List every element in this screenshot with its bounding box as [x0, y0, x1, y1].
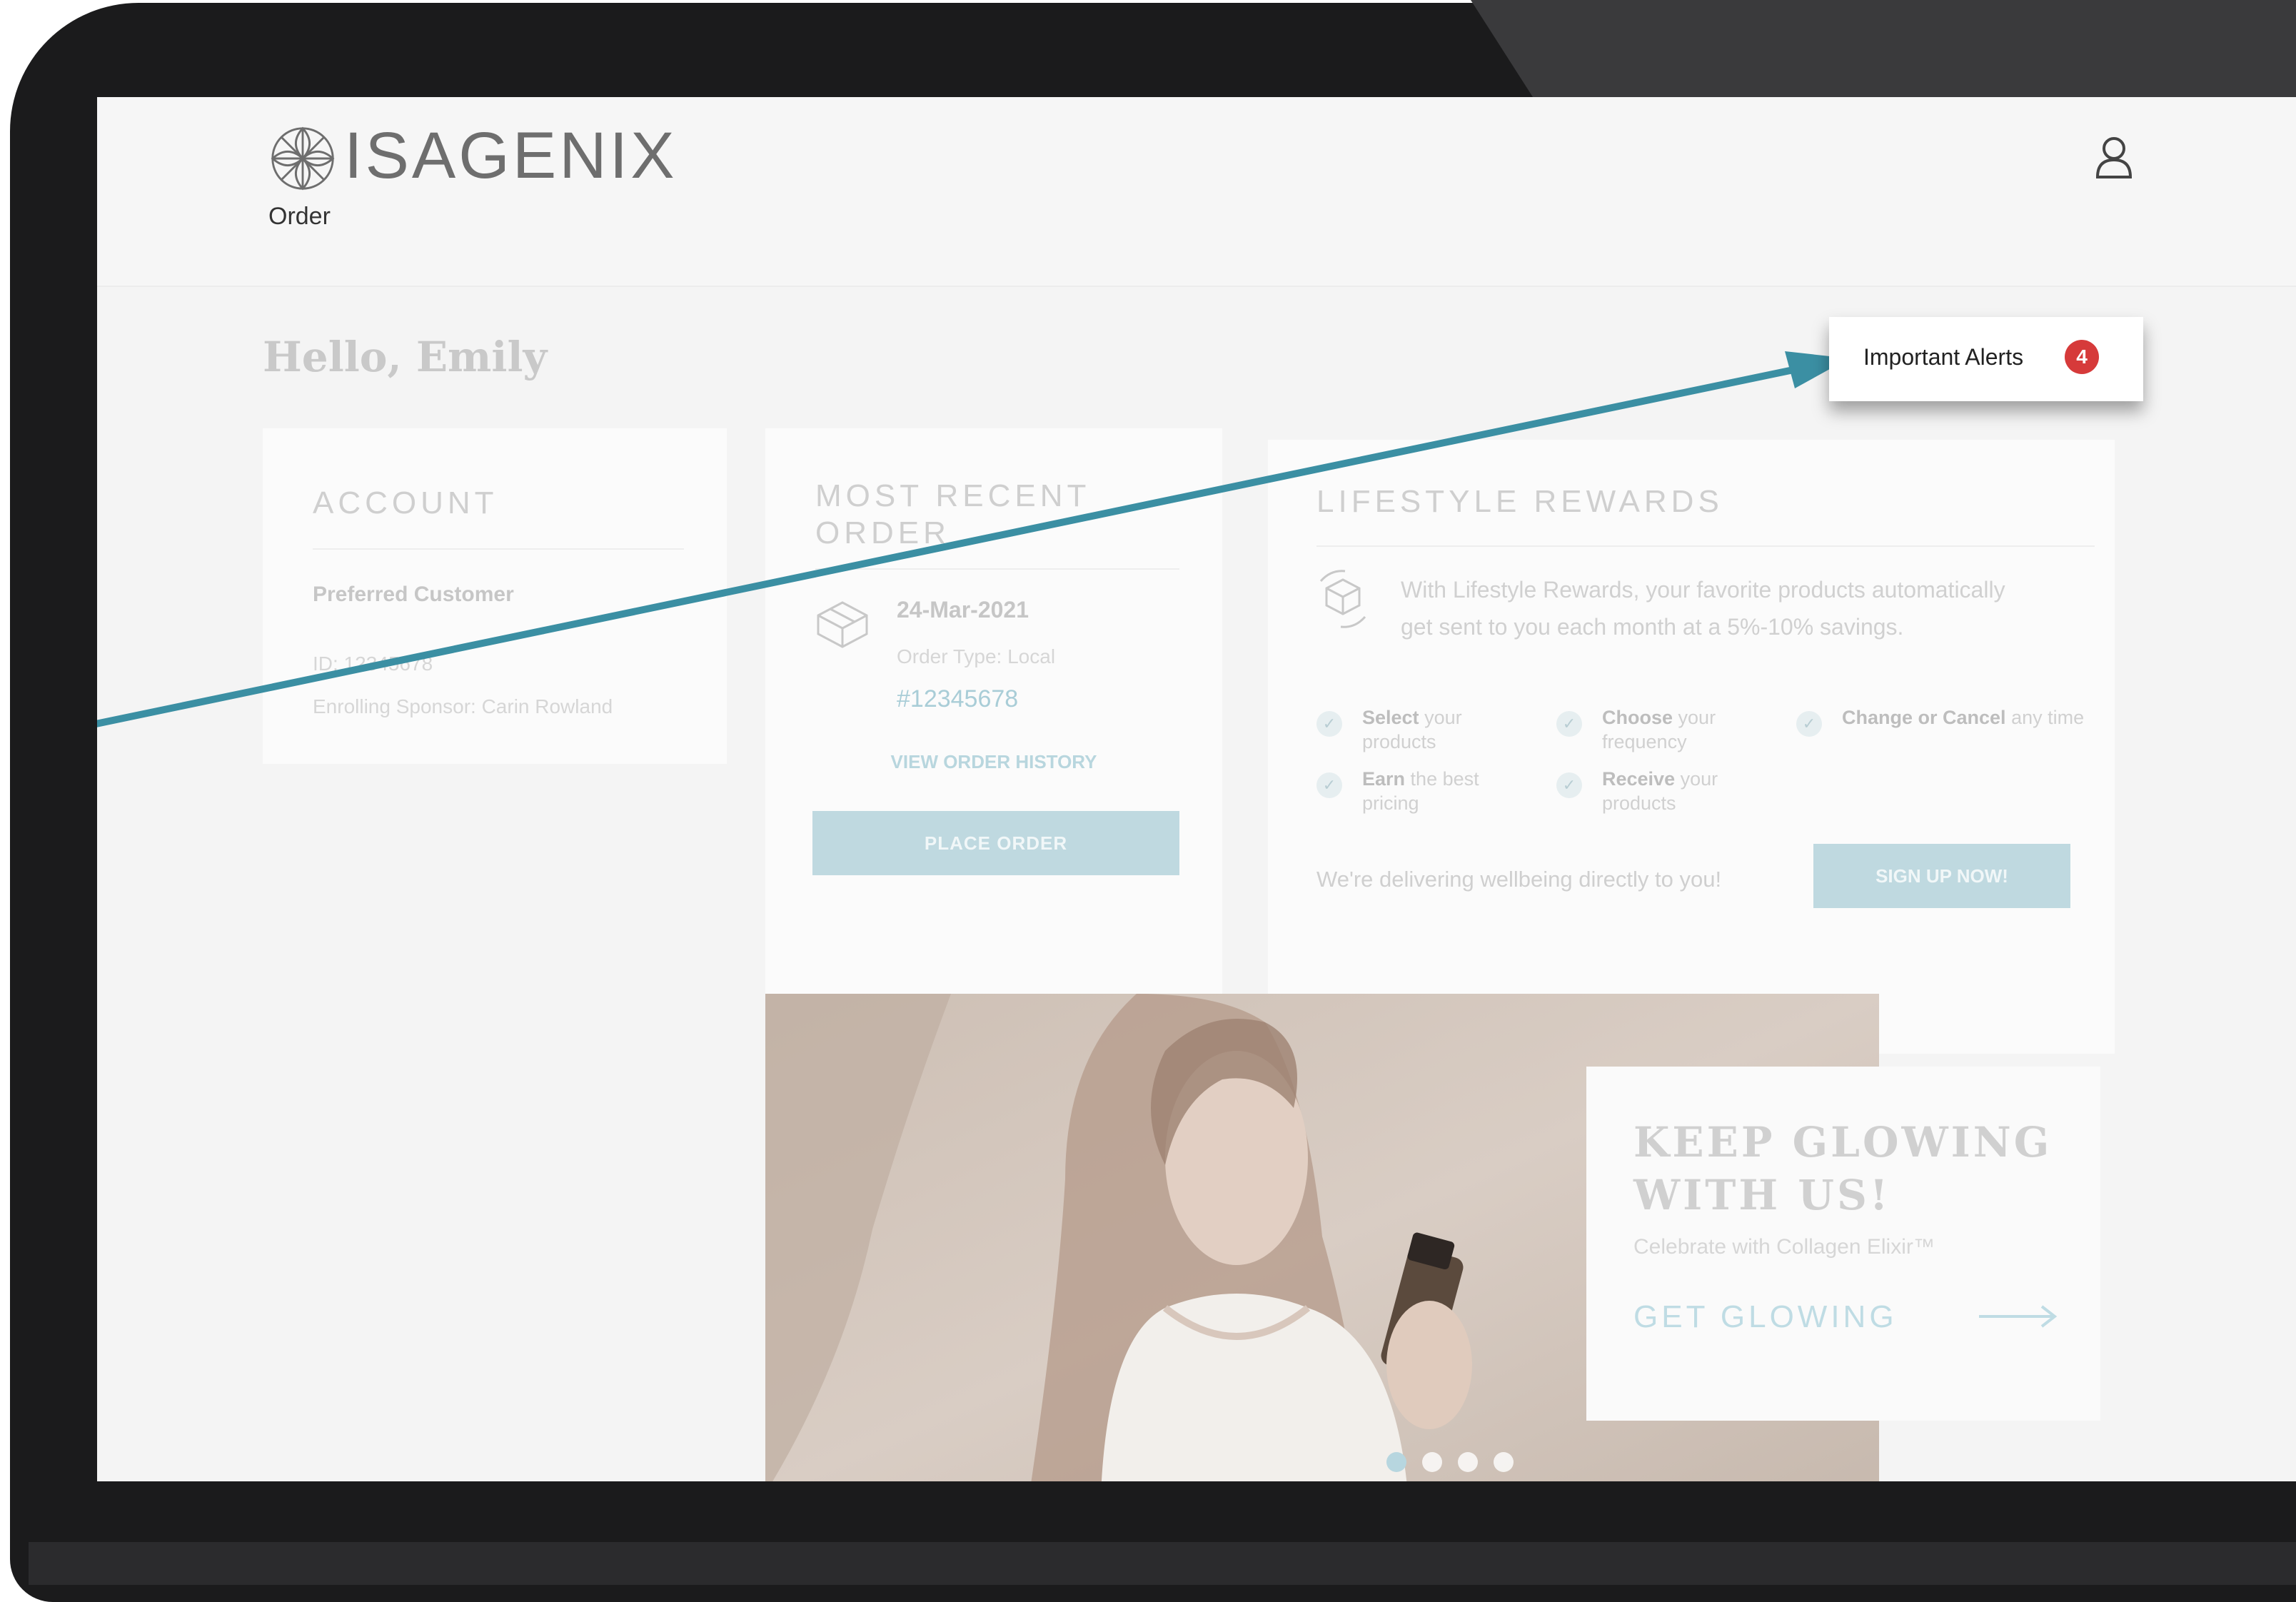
account-card: ACCOUNT Preferred Customer ID: 12345678 …: [263, 428, 727, 764]
rewards-description: With Lifestyle Rewards, your favorite pr…: [1401, 577, 2005, 640]
rewards-title: LIFESTYLE REWARDS: [1316, 484, 1723, 519]
feature-bold: Change or Cancel: [1842, 707, 2006, 728]
sign-up-button[interactable]: SIGN UP NOW!: [1813, 844, 2070, 908]
check-icon: ✓: [1556, 772, 1582, 798]
package-icon: [817, 601, 868, 648]
check-icon: ✓: [1796, 711, 1822, 737]
account-title: ACCOUNT: [313, 485, 498, 520]
recent-order-title-line1: MOST RECENT: [815, 478, 1091, 513]
check-icon: ✓: [1316, 711, 1342, 737]
isagenix-logo-icon[interactable]: [268, 124, 337, 193]
important-alerts-label: Important Alerts: [1863, 344, 2024, 370]
recent-order-title-line2: ORDER: [815, 515, 950, 550]
order-type: Order Type: Local: [897, 645, 1056, 668]
order-number-link[interactable]: #12345678: [897, 685, 1018, 713]
arrow-right-icon[interactable]: [1979, 1302, 2059, 1331]
divider: [1316, 545, 2095, 547]
account-type: Preferred Customer: [313, 583, 514, 606]
carousel-dot[interactable]: [1422, 1452, 1442, 1472]
recent-order-card: MOST RECENT ORDER 24-Mar-2021 Order Type…: [765, 428, 1222, 1057]
place-order-button[interactable]: PLACE ORDER: [812, 811, 1179, 875]
important-alerts-button[interactable]: Important Alerts 4: [1829, 317, 2143, 401]
user-icon[interactable]: [2089, 133, 2139, 183]
account-id: ID: 12345678: [313, 653, 433, 675]
check-icon: ✓: [1556, 711, 1582, 737]
check-icon: ✓: [1316, 772, 1342, 798]
screen: ISAGENIX Order Hello, Emily ACCOUNT Pref…: [97, 97, 2296, 1481]
site-header: ISAGENIX Order: [97, 97, 2296, 287]
feature-bold: Receive: [1602, 768, 1676, 790]
alert-count-badge: 4: [2065, 340, 2099, 374]
carousel-dot[interactable]: [1458, 1452, 1478, 1472]
feature-text: any time: [2011, 707, 2085, 728]
promo-subtitle: Celebrate with Collagen Elixir™: [1633, 1235, 1935, 1259]
view-order-history-link[interactable]: VIEW ORDER HISTORY: [765, 751, 1222, 773]
laptop-base: [29, 1542, 2296, 1585]
rewards-tagline: We're delivering wellbeing directly to y…: [1316, 867, 1722, 892]
laptop-frame-highlight: [1471, 0, 2296, 107]
feature-bold: Select: [1362, 707, 1419, 728]
greeting: Hello, Emily: [263, 333, 548, 381]
promo-headline-line2: WITH US!: [1633, 1171, 1891, 1219]
nav-item-order[interactable]: Order: [268, 203, 331, 231]
get-glowing-link[interactable]: GET GLOWING: [1633, 1299, 1898, 1335]
brand-name[interactable]: ISAGENIX: [344, 119, 678, 193]
lifestyle-rewards-card: LIFESTYLE REWARDS With Lifestyle Rewards…: [1268, 440, 2115, 1054]
promo-card: KEEP GLOWING WITH US! Celebrate with Col…: [1586, 1067, 2100, 1421]
carousel-dot[interactable]: [1494, 1452, 1514, 1472]
promo-headline-line1: KEEP GLOWING: [1633, 1118, 2053, 1167]
rewards-box-icon: [1319, 570, 1366, 628]
feature-bold: Choose: [1602, 707, 1673, 728]
divider: [313, 548, 684, 550]
feature-bold: Earn: [1362, 768, 1406, 790]
divider: [815, 568, 1179, 570]
order-date: 24-Mar-2021: [897, 597, 1029, 623]
account-sponsor: Enrolling Sponsor: Carin Rowland: [313, 695, 613, 717]
carousel-dot-active[interactable]: [1386, 1452, 1406, 1472]
